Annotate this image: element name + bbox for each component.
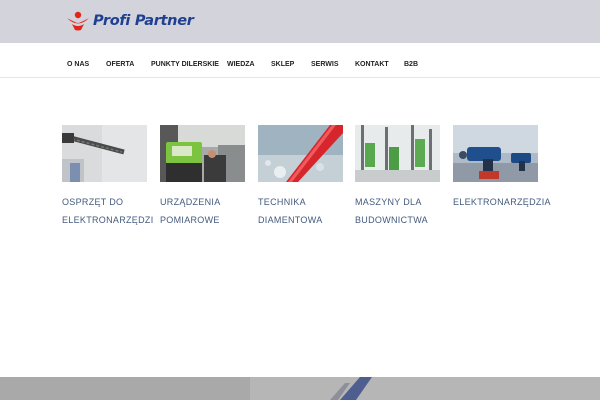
brand-logo[interactable]: Profi Partner [66, 11, 194, 31]
category-label-line2: ELEKTRONARZĘDZI [62, 215, 154, 225]
nav-item-o-nas[interactable]: O NAS [67, 43, 89, 78]
nav-item-punkty-dilerskie[interactable]: PUNKTY DILERSKIE [151, 43, 219, 78]
nav-item-b2b[interactable]: B2B [404, 43, 418, 78]
main-navigation: O NAS OFERTA PUNKTY DILERSKIE WIEDZA SKL… [0, 43, 600, 78]
category-label-line1: OSPRZĘT DO [62, 197, 124, 207]
category-label-line1: URZĄDZENIA [160, 197, 221, 207]
core-drill-rigs-photo[interactable] [355, 125, 440, 182]
category-label-line2: BUDOWNICTWA [355, 215, 428, 225]
top-header: Profi Partner [0, 0, 600, 43]
category-tile-construction-machines[interactable]: MASZYNY DLA BUDOWNICTWA [355, 125, 441, 229]
category-label-line1: ELEKTRONARZĘDZIA [453, 197, 551, 207]
nav-item-oferta[interactable]: OFERTA [106, 43, 134, 78]
category-label-line1: TECHNIKA [258, 197, 306, 207]
category-tiles: OSPRZĘT DO ELEKTRONARZĘDZI URZĄDZENIA PO… [62, 125, 551, 225]
category-label-line2: DIAMENTOWA [258, 215, 323, 225]
laser-level-photo[interactable] [160, 125, 245, 182]
category-tile-measuring[interactable]: URZĄDZENIA POMIAROWE [160, 125, 246, 229]
category-tile-diamond[interactable]: TECHNIKA DIAMENTOWA [258, 125, 344, 229]
diamond-core-bit-photo[interactable] [258, 125, 343, 182]
category-label-line2: POMIAROWE [160, 215, 220, 225]
category-label-line1: MASZYNY DLA [355, 197, 422, 207]
hero-image-strip [0, 377, 600, 400]
logo-figure-icon [67, 11, 89, 31]
category-tile-accessories[interactable]: OSPRZĘT DO ELEKTRONARZĘDZI [62, 125, 154, 229]
nav-item-sklep[interactable]: SKLEP [271, 43, 294, 78]
hero-photo [0, 377, 600, 400]
power-tools-photo[interactable] [453, 125, 538, 182]
nav-item-kontakt[interactable]: KONTAKT [355, 43, 389, 78]
brand-name: Profi Partner [93, 13, 194, 29]
category-tile-power-tools[interactable]: ELEKTRONARZĘDZIA [453, 125, 551, 211]
nav-item-serwis[interactable]: SERWIS [311, 43, 339, 78]
nav-item-wiedza[interactable]: WIEDZA [227, 43, 255, 78]
drill-bit-photo[interactable] [62, 125, 147, 182]
